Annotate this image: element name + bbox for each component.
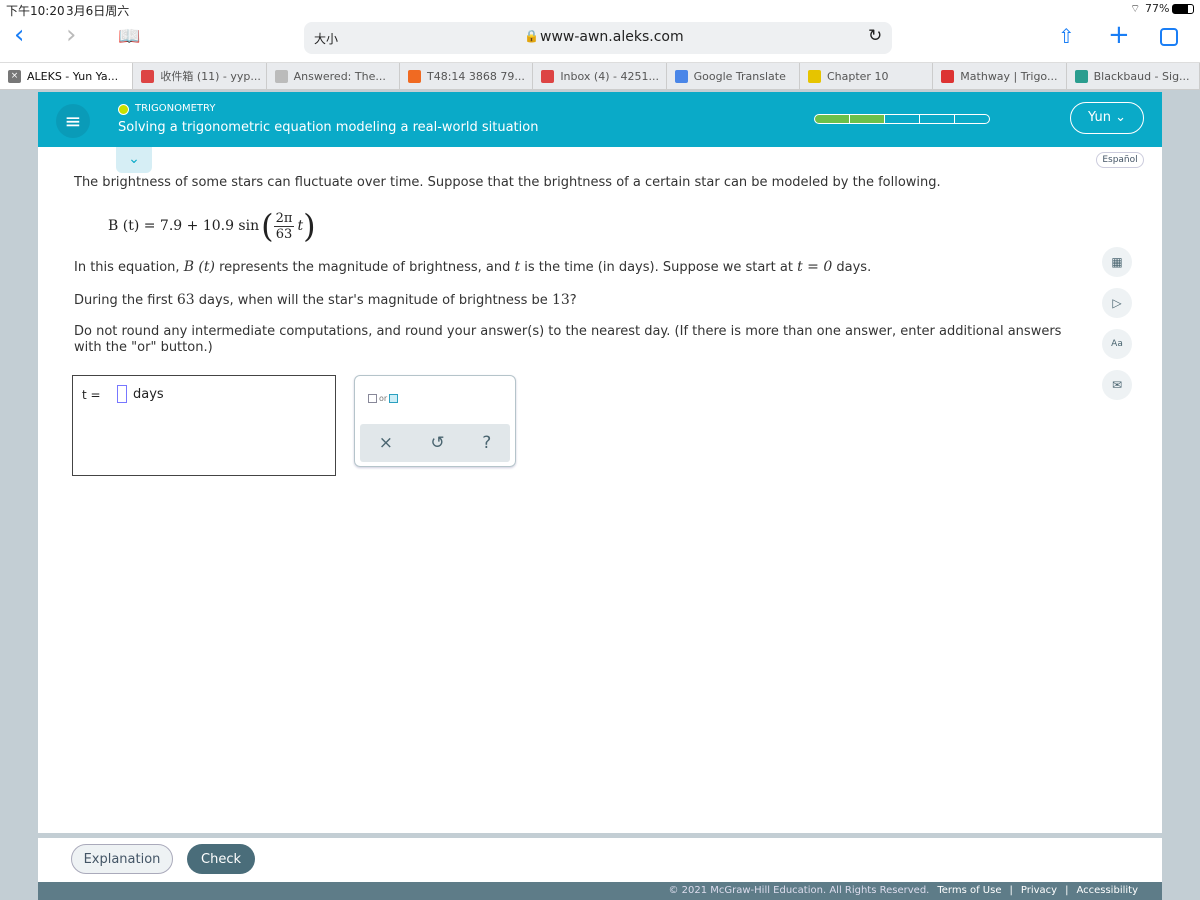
progress-segment <box>884 114 920 124</box>
tab-label: Blackbaud - Sig... <box>1093 69 1190 83</box>
new-tab-icon[interactable]: + <box>1108 20 1130 50</box>
status-date: 3月6日周六 <box>66 4 130 18</box>
user-menu-button[interactable]: Yun ⌄ <box>1070 102 1144 134</box>
answer-toolbox: or × ↺ ? <box>354 375 516 467</box>
explanation-button[interactable]: Explanation <box>71 844 173 874</box>
footer: © 2021 McGraw-Hill Education. All Rights… <box>38 882 1162 900</box>
dictionary-icon[interactable]: Aa <box>1102 329 1132 359</box>
browser-tab[interactable]: Blackbaud - Sig... <box>1067 63 1200 89</box>
undo-button[interactable]: ↺ <box>430 433 444 453</box>
wifi-icon: ⌔ <box>1130 2 1141 15</box>
tabs-overview-icon[interactable] <box>1160 28 1178 46</box>
browser-tab[interactable]: Mathway | Trigo... <box>933 63 1067 89</box>
page-title: Solving a trigonometric equation modelin… <box>118 120 539 135</box>
progress-segment <box>849 114 885 124</box>
question-instructions: Do not round any intermediate computatio… <box>74 324 1062 355</box>
answer-input[interactable] <box>117 385 127 403</box>
question-definition: In this equation, B (t) represents the m… <box>74 259 872 275</box>
browser-tab[interactable]: × ALEKS - Yun Ya... <box>0 63 134 89</box>
status-bar: 下午10:20 3月6日周六 ⌔ 77% <box>0 0 1200 18</box>
bookmarks-icon[interactable]: 📖 <box>118 26 140 47</box>
tab-bar: × ALEKS - Yun Ya... 收件箱 (11) - yyp... Answe… <box>0 62 1200 90</box>
progress-segment <box>954 114 990 124</box>
tab-label: T48:14 3868 79... <box>426 69 525 83</box>
copyright: © 2021 McGraw-Hill Education. All Rights… <box>668 885 930 896</box>
address-bar[interactable]: 大小 🔒 www-awn.aleks.com ↻ <box>304 22 892 54</box>
tab-label: 收件箱 (11) - yyp... <box>160 70 261 83</box>
help-button[interactable]: ? <box>482 433 491 453</box>
browser-tab[interactable]: Inbox (4) - 4251... <box>533 63 667 89</box>
browser-tab[interactable]: T48:14 3868 79... <box>400 63 534 89</box>
progress-segment <box>814 114 850 124</box>
bartleby-icon <box>274 69 288 83</box>
question-intro: The brightness of some stars can fluctua… <box>74 175 941 190</box>
action-bar: Explanation Check <box>38 838 1162 882</box>
lock-icon: 🔒 <box>524 29 539 43</box>
gmail-icon <box>541 69 555 83</box>
side-tools: ▦ ▷ Aa ✉ <box>1102 247 1132 400</box>
share-icon[interactable]: ⇧ <box>1058 24 1075 48</box>
tab-label: Answered: The... <box>293 69 386 83</box>
aleks-header: ≡ TRIGONOMETRY Solving a trigonometric e… <box>38 92 1162 147</box>
answer-box: t = days <box>72 375 336 476</box>
browser-toolbar: ‹ › 📖 大小 🔒 www-awn.aleks.com ↻ ⇧ + <box>0 18 1200 62</box>
accessibility-link[interactable]: Accessibility <box>1076 885 1138 896</box>
privacy-link[interactable]: Privacy <box>1021 885 1057 896</box>
reload-icon[interactable]: ↻ <box>868 26 882 46</box>
translate-icon <box>674 69 688 83</box>
or-button[interactable]: or <box>368 394 399 403</box>
topic-status-dot <box>118 104 129 115</box>
forward-button[interactable]: › <box>66 20 76 50</box>
mail-icon[interactable]: ✉ <box>1102 370 1132 400</box>
status-time: 下午10:20 <box>6 4 65 18</box>
blackbaud-icon <box>1074 69 1088 83</box>
text-size-button[interactable]: 大小 <box>314 30 338 47</box>
topic-label: TRIGONOMETRY <box>135 103 216 114</box>
tab-label: ALEKS - Yun Ya... <box>27 69 119 83</box>
collapse-chevron-icon[interactable]: ⌄ <box>116 147 152 173</box>
tab-label: Inbox (4) - 4251... <box>560 69 659 83</box>
tool-buttons: × ↺ ? <box>360 424 510 462</box>
url-text[interactable]: www-awn.aleks.com <box>540 29 684 45</box>
back-button[interactable]: ‹ <box>14 20 24 50</box>
user-name: Yun <box>1088 110 1111 125</box>
browser-tab[interactable]: Google Translate <box>667 63 800 89</box>
progress-segment <box>919 114 955 124</box>
tab-label: Google Translate <box>693 69 786 83</box>
answer-unit: days <box>133 387 164 402</box>
equation: B (t) = 7.9 + 10.9 sin ( 2π 63 t ) <box>108 207 316 245</box>
clear-button[interactable]: × <box>379 433 393 453</box>
battery-icon <box>1172 4 1194 14</box>
language-button[interactable]: Español <box>1096 152 1144 168</box>
browser-tab[interactable]: Answered: The... <box>267 63 400 89</box>
terms-link[interactable]: Terms of Use <box>937 885 1001 896</box>
question-prompt: During the first 63 days, when will the … <box>74 292 577 308</box>
menu-icon[interactable]: ≡ <box>56 104 90 138</box>
chegg-icon <box>407 69 421 83</box>
tab-label: Mathway | Trigo... <box>960 69 1058 83</box>
video-icon[interactable]: ▷ <box>1102 288 1132 318</box>
equation-lhs: B (t) = 7.9 + 10.9 sin <box>108 218 260 234</box>
fraction-denominator: 63 <box>275 226 293 242</box>
tab-label: Chapter 10 <box>826 69 889 83</box>
calculator-icon[interactable]: ▦ <box>1102 247 1132 277</box>
progress-bar <box>814 114 990 124</box>
browser-tab[interactable]: Chapter 10 <box>800 63 934 89</box>
question-panel: ⌄ Español The brightness of some stars c… <box>38 147 1162 833</box>
gmail-icon <box>141 69 155 83</box>
close-icon[interactable]: × <box>8 69 21 83</box>
chapter-icon <box>807 69 821 83</box>
check-button[interactable]: Check <box>187 844 255 874</box>
fraction-numerator: 2π <box>273 210 295 227</box>
answer-prefix: t = <box>82 388 101 402</box>
battery-level: 77% <box>1145 2 1170 15</box>
browser-tab[interactable]: 收件箱 (11) - yyp... <box>133 63 267 89</box>
mathway-icon <box>941 69 955 83</box>
